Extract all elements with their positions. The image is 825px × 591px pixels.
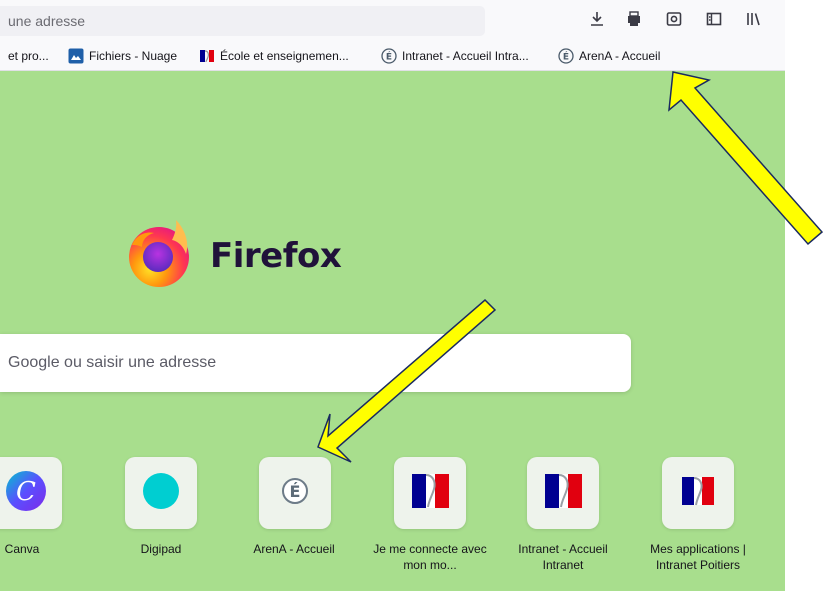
annotation-arrow: [317, 298, 497, 463]
annotation-arrow: [668, 71, 824, 246]
annotation-arrows: [317, 71, 824, 463]
